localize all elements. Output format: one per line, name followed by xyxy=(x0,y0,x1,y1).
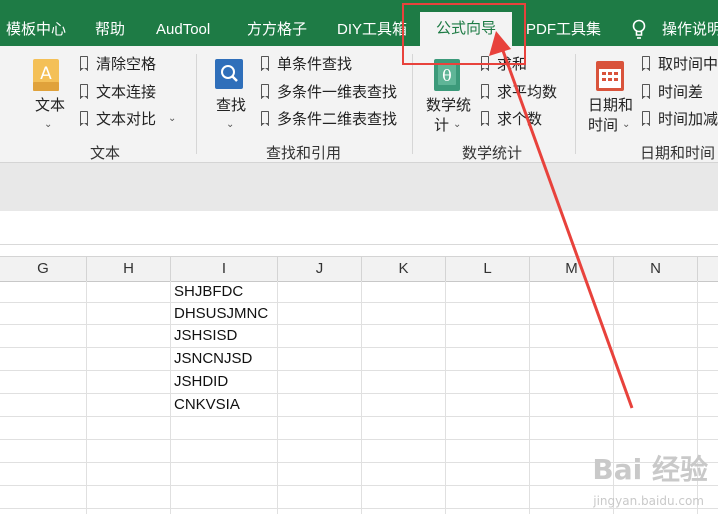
annotation-arrow xyxy=(489,31,634,409)
watermark-logo: Bai 经验 xyxy=(592,453,708,486)
watermark-url: jingyan.baidu.com xyxy=(593,494,704,508)
